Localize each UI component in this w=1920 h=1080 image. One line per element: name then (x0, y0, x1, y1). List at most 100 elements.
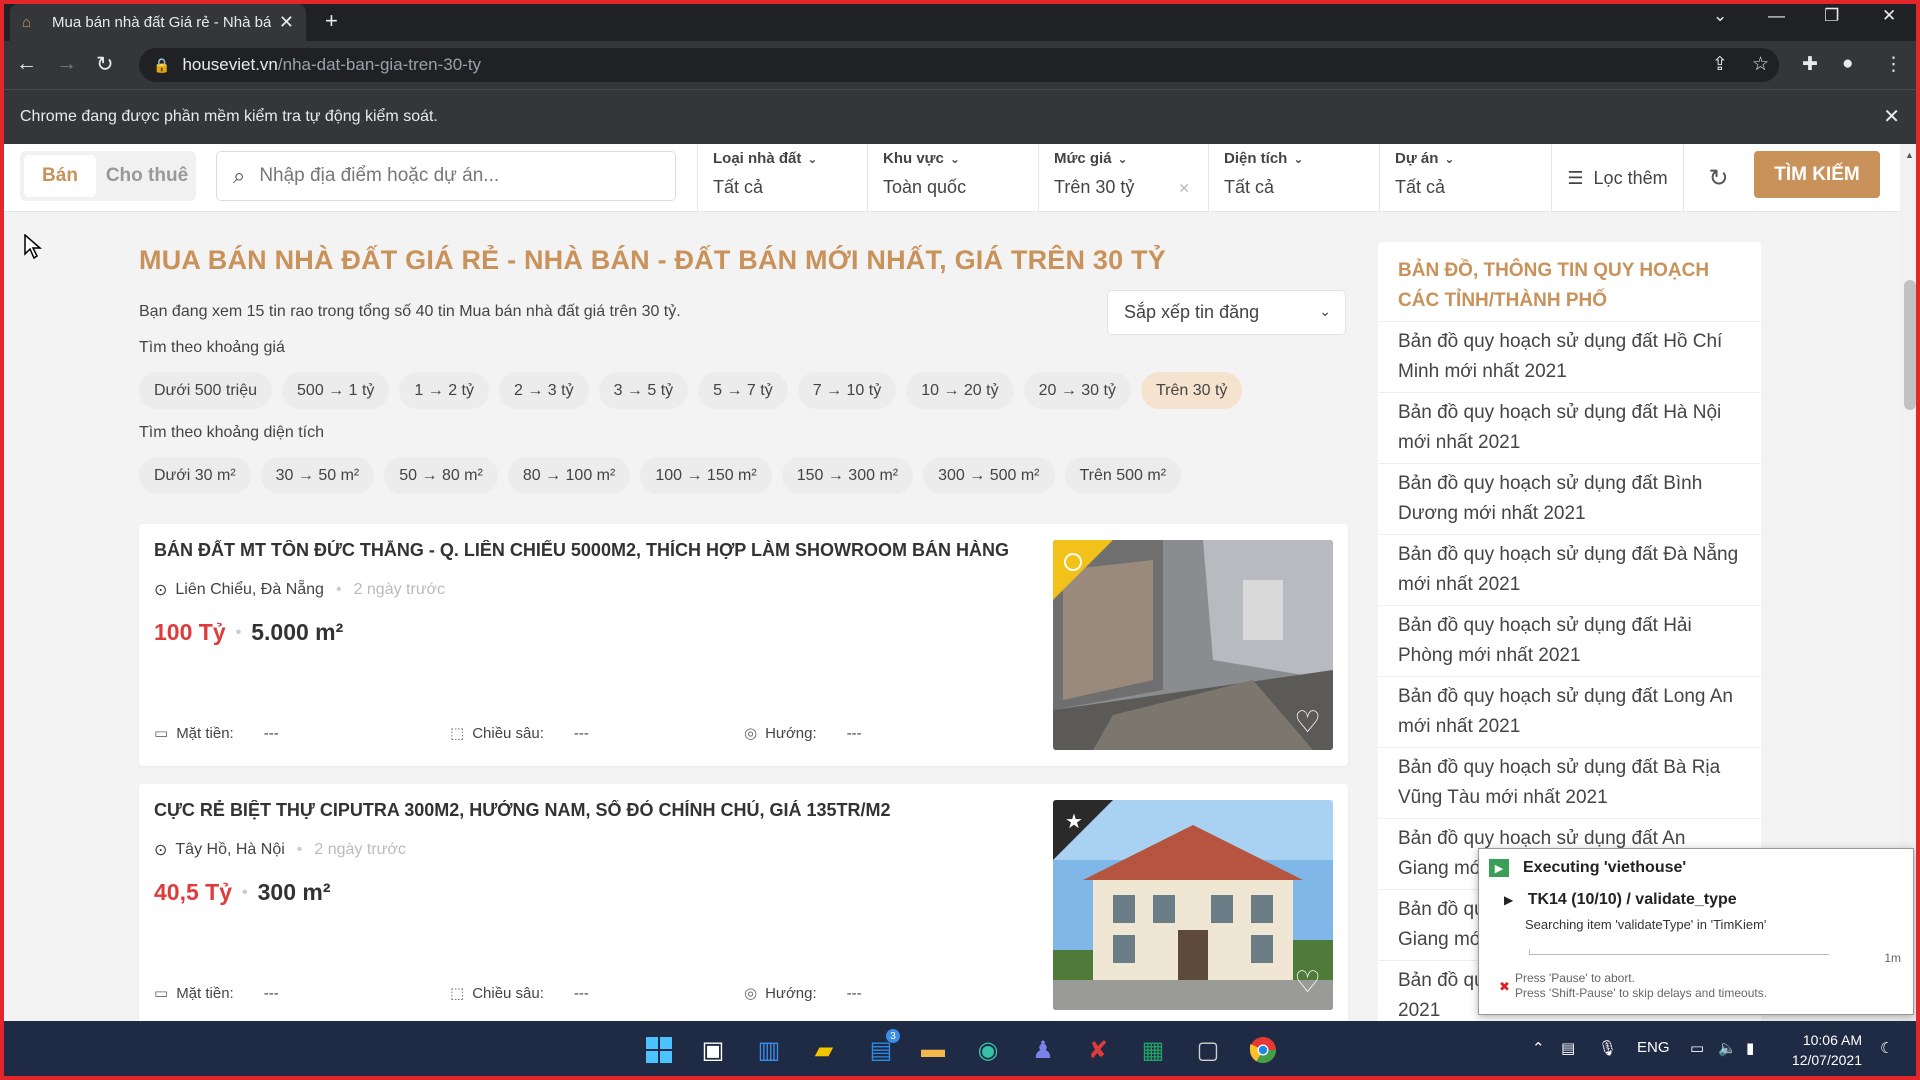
profile-icon[interactable]: ● (1842, 53, 1853, 75)
task-view-icon[interactable]: ▣ (694, 1031, 732, 1069)
area-chip[interactable]: Dưới 30 m² (139, 457, 251, 494)
tray-app-icon[interactable]: ▤ (1561, 1039, 1575, 1057)
price-chip[interactable]: 5 → 7 tỷ (698, 372, 788, 409)
sticky-notes-icon[interactable]: ▰ (805, 1031, 843, 1069)
chrome-icon[interactable] (1244, 1031, 1282, 1069)
listing-photo[interactable]: ★ ♡ (1053, 800, 1333, 1010)
area-chip[interactable]: Trên 500 m² (1064, 457, 1182, 494)
favorite-heart-icon[interactable]: ♡ (1294, 705, 1321, 740)
start-icon[interactable] (640, 1031, 678, 1069)
infobar-text: Chrome đang được phần mềm kiểm tra tự độ… (20, 108, 438, 125)
browser-tab[interactable]: ⌂ Mua bán nhà đất Giá rẻ - Nhà bá ✕ (10, 4, 306, 41)
back-icon[interactable]: ← (16, 52, 37, 76)
share-icon[interactable]: ⇪ (1712, 53, 1728, 76)
abort-icon[interactable]: ✖ (1499, 979, 1510, 995)
listing-title[interactable]: CỰC RẺ BIỆT THỰ CIPUTRA 300M2, HƯỚNG NAM… (154, 800, 1034, 821)
separator-dot: • (242, 883, 248, 901)
taskbar-clock[interactable]: 10:06 AM 12/07/2021 (1792, 1030, 1862, 1070)
file-explorer-icon[interactable]: ▬ (914, 1031, 952, 1069)
teams-icon[interactable]: ♟ (1024, 1031, 1062, 1069)
area-chip[interactable]: 300 → 500 m² (923, 457, 1055, 494)
restore-icon[interactable]: ❐ (1824, 6, 1839, 26)
todo-app-icon[interactable]: ▤ 3 (862, 1029, 900, 1069)
area-chip[interactable]: 50 → 80 m² (384, 457, 498, 494)
direction-label: Hướng: (765, 724, 817, 742)
listing-price-row: 100 Tỷ • 5.000 m² (154, 619, 343, 646)
mode-sell-button[interactable]: Bán (24, 155, 96, 197)
excel-icon[interactable]: ▦ (1134, 1031, 1172, 1069)
exec-time: 1m (1884, 951, 1901, 965)
more-filters-button[interactable]: ☰ Lọc thêm (1551, 144, 1683, 212)
battery-icon[interactable]: ▮ (1746, 1039, 1754, 1057)
edge-icon[interactable]: ◉ (969, 1031, 1007, 1069)
price-chip[interactable]: 500 → 1 tỷ (282, 372, 390, 409)
omnibox[interactable]: 🔒 houseviet.vn /nha-dat-ban-gia-tren-30-… (139, 48, 1779, 82)
chevron-down-icon: ⌄ (1117, 152, 1128, 166)
sidebar-link[interactable]: Bản đồ quy hoạch sử dụng đất Bình Dương … (1378, 464, 1761, 535)
price-chip[interactable]: Dưới 500 triệu (139, 372, 273, 409)
reset-filters-icon[interactable]: ↻ (1683, 144, 1753, 212)
sidebar-link[interactable]: Bản đồ quy hoạch sử dụng đất Long An mới… (1378, 677, 1761, 748)
volume-icon[interactable]: 🔈 (1718, 1039, 1737, 1057)
widgets-icon[interactable]: ▥ (750, 1031, 788, 1069)
microphone-icon[interactable]: 🎙 (1598, 1039, 1617, 1057)
frontage-label: Mặt tiền: (176, 724, 234, 742)
tool-app-icon[interactable]: ✘ (1079, 1031, 1117, 1069)
filter-price[interactable]: Mức giá ⌄ Trên 30 tỷ ✕ (1038, 144, 1208, 212)
price-chip[interactable]: 2 → 3 tỷ (498, 372, 589, 409)
tray-chevron-icon[interactable]: ⌃ (1532, 1039, 1545, 1057)
price-chip[interactable]: 1 → 2 tỷ (399, 372, 489, 409)
area-chip[interactable]: 150 → 300 m² (781, 457, 914, 494)
sort-select[interactable]: Sắp xếp tin đăng ⌄ (1107, 290, 1346, 335)
price-chip[interactable]: 7 → 10 tỷ (797, 372, 897, 409)
listing-photo[interactable]: ♡ (1053, 540, 1333, 750)
listing-card[interactable]: BÁN ĐẤT MT TÔN ĐỨC THẮNG - Q. LIÊN CHIỂU… (139, 524, 1348, 766)
scroll-up-icon[interactable]: ▲ (1905, 150, 1914, 160)
window-close-icon[interactable]: ✕ (1882, 6, 1896, 26)
price-chip-active[interactable]: Trên 30 tỷ (1140, 372, 1243, 409)
filter-region[interactable]: Khu vực ⌄ Toàn quốc (867, 144, 1037, 212)
favorite-heart-icon[interactable]: ♡ (1294, 965, 1321, 1000)
app-window-icon[interactable]: ▢ (1189, 1031, 1227, 1069)
price-chip[interactable]: 10 → 20 tỷ (906, 372, 1014, 409)
price-chip[interactable]: 20 → 30 tỷ (1023, 372, 1131, 409)
search-input[interactable] (259, 165, 640, 187)
forward-icon[interactable]: → (56, 52, 77, 76)
language-indicator[interactable]: ENG (1637, 1039, 1670, 1056)
reload-icon[interactable]: ↻ (96, 52, 114, 77)
scrollbar-thumb[interactable] (1904, 280, 1916, 410)
exec-hint-skip: Press 'Shift-Pause' to skip delays and t… (1515, 986, 1768, 1000)
notifications-icon[interactable]: ☾ (1880, 1039, 1893, 1057)
filter-property-type[interactable]: Loại nhà đất ⌄ Tất cả (697, 144, 867, 212)
expand-triangle-icon[interactable]: ▶ (1504, 893, 1513, 907)
clear-price-icon[interactable]: ✕ (1178, 180, 1190, 197)
sidebar-link[interactable]: Bản đồ quy hoạch sử dụng đất Hải Phòng m… (1378, 606, 1761, 677)
listing-photo-image (1053, 540, 1333, 750)
sidebar-link[interactable]: Bản đồ quy hoạch sử dụng đất Bà Rịa Vũng… (1378, 748, 1761, 819)
menu-kebab-icon[interactable]: ⋮ (1884, 53, 1903, 76)
sidebar-title: BẢN ĐỒ, THÔNG TIN QUY HOẠCH CÁC TỈNH/THÀ… (1378, 242, 1761, 322)
area-chip[interactable]: 30 → 50 m² (260, 457, 375, 494)
new-tab-icon[interactable]: + (325, 8, 338, 34)
network-icon[interactable]: ▭ (1690, 1039, 1704, 1057)
area-range-chips: Dưới 30 m² 30 → 50 m² 50 → 80 m² 80 → 10… (139, 457, 1182, 494)
price-chip[interactable]: 3 → 5 tỷ (598, 372, 689, 409)
listing-title[interactable]: BÁN ĐẤT MT TÔN ĐỨC THẮNG - Q. LIÊN CHIỂU… (154, 540, 1034, 561)
sidebar-link[interactable]: Bản đồ quy hoạch sử dụng đất Hồ Chí Minh… (1378, 322, 1761, 393)
tab-close-icon[interactable]: ✕ (279, 12, 294, 33)
tab-search-icon[interactable]: ⌄ (1713, 6, 1727, 26)
mode-rent-button[interactable]: Cho thuê (102, 155, 192, 197)
search-button[interactable]: TÌM KIẾM (1754, 151, 1880, 198)
extensions-icon[interactable]: ✚ (1802, 53, 1818, 76)
infobar-close-icon[interactable]: ✕ (1883, 104, 1900, 129)
tab-title: Mua bán nhà đất Giá rẻ - Nhà bá (52, 14, 271, 31)
filter-project[interactable]: Dự án ⌄ Tất cả (1379, 144, 1549, 212)
sidebar-link[interactable]: Bản đồ quy hoạch sử dụng đất Đà Nẵng mới… (1378, 535, 1761, 606)
sidebar-link[interactable]: Bản đồ quy hoạch sử dụng đất Hà Nội mới … (1378, 393, 1761, 464)
area-chip[interactable]: 100 → 150 m² (640, 457, 772, 494)
minimize-icon[interactable]: — (1768, 6, 1785, 26)
listing-card[interactable]: CỰC RẺ BIỆT THỰ CIPUTRA 300M2, HƯỚNG NAM… (139, 784, 1348, 1026)
bookmark-star-icon[interactable]: ☆ (1752, 53, 1769, 76)
filter-area[interactable]: Diện tích ⌄ Tất cả (1208, 144, 1378, 212)
area-chip[interactable]: 80 → 100 m² (507, 457, 631, 494)
